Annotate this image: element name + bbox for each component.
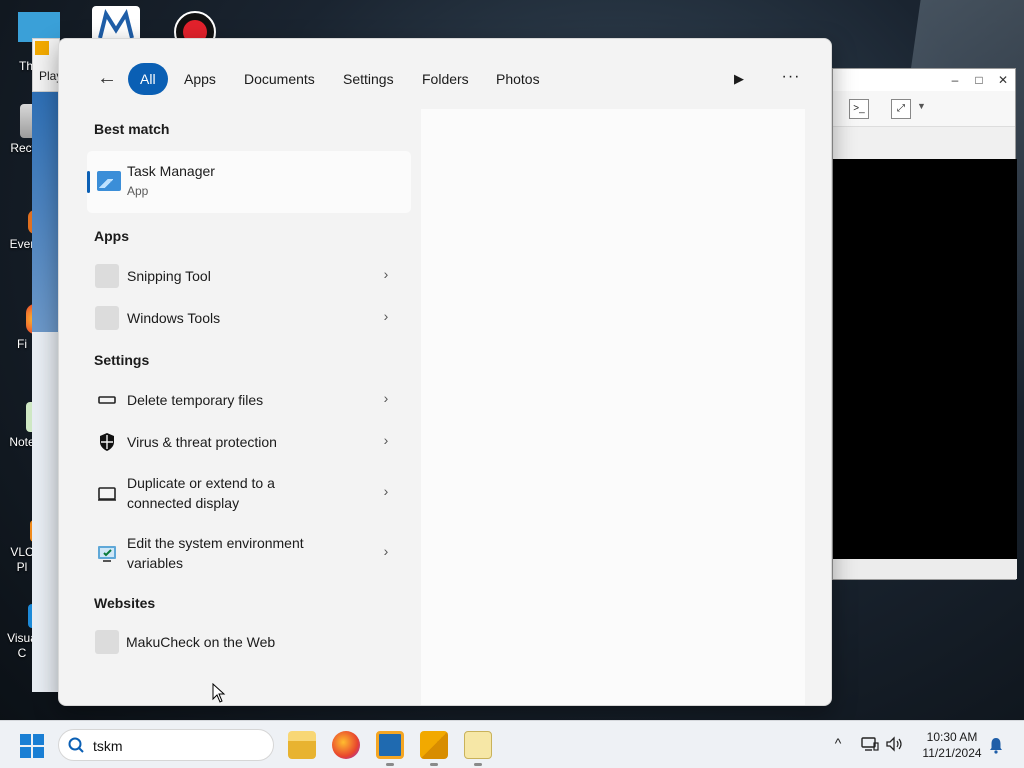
app-result-windows-tools[interactable]: Windows Tools › — [87, 298, 411, 338]
result-label: Snipping Tool — [127, 268, 211, 284]
network-icon[interactable] — [860, 735, 880, 753]
notepad-icon[interactable] — [464, 731, 492, 759]
running-indicator — [474, 763, 482, 766]
tab-apps[interactable]: Apps — [172, 63, 228, 95]
setting-result-env-variables[interactable]: Edit the system environment variables › — [87, 526, 411, 580]
background-window-toolbar: >_ ⤢ ▼ — [833, 91, 1015, 127]
running-indicator — [386, 763, 394, 766]
search-icon — [68, 737, 84, 753]
result-label: Virus & threat protection — [127, 434, 277, 450]
mouse-cursor-icon — [212, 683, 226, 703]
result-label-line2: connected display — [127, 495, 240, 511]
clock-time: 10:30 AM — [926, 730, 978, 744]
storage-icon — [95, 388, 119, 412]
result-label-line1: Duplicate or extend to a — [127, 475, 275, 491]
chevron-down-icon[interactable]: ▼ — [917, 101, 926, 111]
web-result-makucheck[interactable]: MakuCheck on the Web — [87, 622, 411, 662]
file-explorer-icon[interactable] — [288, 731, 316, 759]
tab-documents[interactable]: Documents — [232, 63, 327, 95]
result-label: Windows Tools — [127, 310, 221, 326]
monitor-icon — [95, 481, 119, 505]
more-options-icon[interactable]: ··· — [779, 65, 803, 93]
apps-heading: Apps — [94, 228, 129, 244]
chevron-right-icon[interactable]: › — [379, 483, 393, 499]
result-label-line2: variables — [127, 555, 184, 571]
tab-folders[interactable]: Folders — [410, 63, 481, 95]
status-bar — [833, 559, 1017, 579]
partial-window-titlebar[interactable]: Play — [32, 38, 62, 92]
websites-heading: Websites — [94, 595, 156, 611]
tab-settings[interactable]: Settings — [331, 63, 406, 95]
partial-window — [32, 92, 60, 692]
tab-all[interactable]: All — [128, 63, 168, 95]
shield-icon — [95, 430, 119, 454]
app-result-snipping-tool[interactable]: Snipping Tool › — [87, 256, 411, 296]
best-match-card[interactable]: Task Manager App — [87, 151, 411, 213]
minimize-icon[interactable]: – — [945, 72, 965, 88]
system-clock[interactable]: 10:30 AM 11/21/2024 — [912, 729, 992, 761]
best-match-heading: Best match — [94, 121, 170, 137]
chevron-right-icon[interactable]: › — [379, 543, 393, 559]
clock-date: 11/21/2024 — [922, 746, 982, 760]
setting-result-display[interactable]: Duplicate or extend to a connected displ… — [87, 466, 411, 520]
system-properties-icon — [95, 541, 119, 565]
result-label-line1: Edit the system environment — [127, 535, 304, 551]
scale-icon[interactable]: ⤢ — [891, 99, 911, 119]
chevron-right-icon[interactable]: › — [379, 266, 393, 282]
chevron-right-icon[interactable]: › — [379, 308, 393, 324]
volume-icon[interactable] — [884, 735, 904, 753]
windows-tools-icon — [95, 306, 119, 330]
search-input[interactable] — [93, 735, 263, 757]
result-label: Delete temporary files — [127, 392, 264, 408]
maximize-icon[interactable]: □ — [969, 72, 989, 88]
setting-result-delete-temp-files[interactable]: Delete temporary files › — [87, 380, 411, 420]
setting-result-virus-protection[interactable]: Virus & threat protection › — [87, 422, 411, 462]
background-window-titlebar[interactable]: – □ ✕ — [833, 69, 1015, 91]
firefox-icon[interactable] — [332, 731, 360, 759]
taskbar: ^ 10:30 AM 11/21/2024 — [0, 720, 1024, 768]
result-label: MakuCheck on the Web — [126, 634, 276, 650]
best-match-kind: App — [127, 184, 149, 198]
taskbar-search-box[interactable] — [58, 729, 274, 761]
filter-bar: ← All Apps Documents Settings Folders Ph… — [59, 63, 833, 95]
vmware-icon[interactable] — [420, 731, 448, 759]
preview-pane — [421, 109, 805, 705]
running-indicator — [430, 763, 438, 766]
vm-display[interactable] — [833, 159, 1017, 559]
chevron-right-icon[interactable]: › — [379, 390, 393, 406]
web-search-icon — [95, 630, 119, 654]
vmware-icon — [35, 41, 49, 55]
terminal-icon[interactable]: >_ — [849, 99, 869, 119]
notification-bell-icon[interactable] — [988, 736, 1004, 754]
settings-heading: Settings — [94, 352, 150, 368]
search-panel: ← All Apps Documents Settings Folders Ph… — [58, 38, 832, 706]
back-button[interactable]: ← — [93, 65, 121, 93]
virtualbox-icon[interactable] — [376, 731, 404, 759]
best-match-name: Task Manager — [127, 163, 215, 179]
chevron-right-icon[interactable]: › — [379, 432, 393, 448]
show-hidden-icons-icon[interactable]: ^ — [830, 735, 846, 751]
task-manager-icon — [97, 171, 121, 191]
selection-indicator — [87, 171, 90, 193]
close-icon[interactable]: ✕ — [993, 72, 1013, 88]
snipping-tool-icon — [95, 264, 119, 288]
background-window[interactable]: – □ ✕ >_ ⤢ ▼ — [832, 68, 1017, 580]
play-icon[interactable]: ▶ — [727, 67, 751, 91]
tab-photos[interactable]: Photos — [484, 63, 552, 95]
start-button[interactable] — [20, 734, 44, 758]
